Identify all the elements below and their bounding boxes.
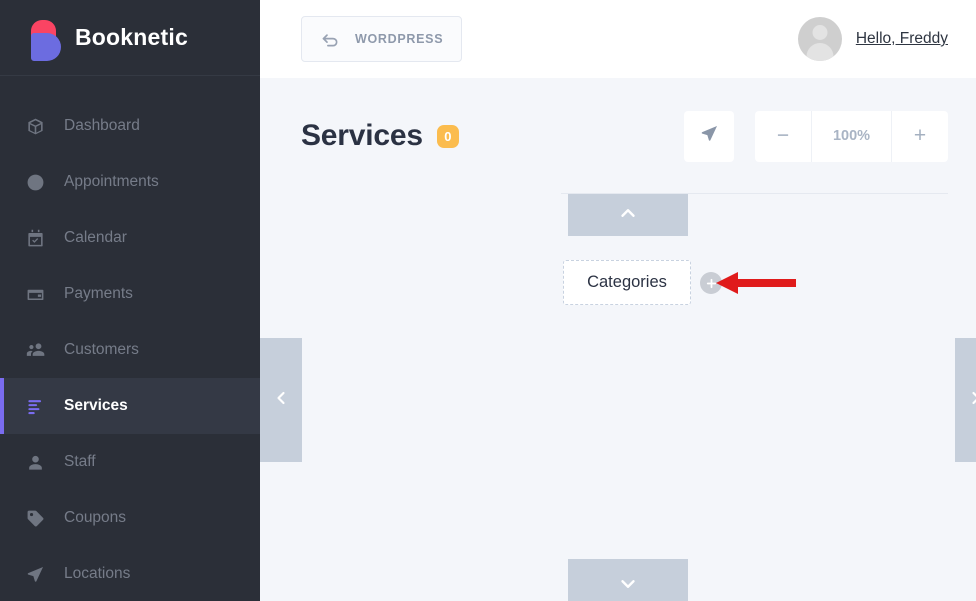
send-icon <box>26 565 52 584</box>
user-avatar-icon <box>797 17 842 61</box>
sidebar-item-customers[interactable]: Customers <box>0 322 260 378</box>
page-header: Services 0 − 100% + <box>260 78 976 194</box>
collapse-left-panel-button[interactable] <box>260 338 302 462</box>
categories-node[interactable]: Categories <box>563 260 691 305</box>
sidebar-item-appointments[interactable]: Appointments <box>0 154 260 210</box>
sidebar-item-label: Calendar <box>64 229 127 246</box>
app-root: Booknetic Dashboard Appointments Calenda <box>0 0 976 601</box>
sidebar-item-dashboard[interactable]: Dashboard <box>0 98 260 154</box>
users-icon <box>26 340 52 360</box>
sidebar-item-locations[interactable]: Locations <box>0 546 260 601</box>
expand-right-panel-button[interactable] <box>955 338 976 462</box>
main-area: WORDPRESS Hello, Freddy Services 0 − 100… <box>260 0 976 601</box>
sidebar-item-payments[interactable]: Payments <box>0 266 260 322</box>
zoom-toolbar: − 100% + <box>684 110 948 162</box>
brand-name: Booknetic <box>75 24 188 50</box>
page-title: Services <box>301 119 423 152</box>
sidebar-item-label: Locations <box>64 565 131 582</box>
navigate-pointer-icon <box>700 124 719 148</box>
tag-icon <box>26 509 52 528</box>
topbar: WORDPRESS Hello, Freddy <box>260 0 976 78</box>
sidebar-item-services[interactable]: Services <box>0 378 260 434</box>
services-count-badge: 0 <box>436 124 459 148</box>
services-canvas[interactable]: Categories <box>260 194 976 601</box>
sidebar-item-label: Services <box>64 397 128 414</box>
chevron-right-icon <box>966 388 976 413</box>
sidebar-item-label: Payments <box>64 285 133 302</box>
booknetic-b-logo-icon <box>25 16 65 61</box>
zoom-level-label: 100% <box>811 110 892 162</box>
sidebar-item-label: Customers <box>64 341 139 358</box>
sidebar-item-label: Staff <box>64 453 96 470</box>
chevron-down-icon <box>617 573 639 600</box>
list-icon <box>26 397 52 416</box>
locate-button[interactable] <box>684 110 734 162</box>
scroll-up-button[interactable] <box>568 194 688 236</box>
chevron-up-icon <box>617 202 639 229</box>
zoom-control-group: − 100% + <box>755 110 948 162</box>
user-menu[interactable]: Hello, Freddy <box>797 17 948 61</box>
sidebar-item-staff[interactable]: Staff <box>0 434 260 490</box>
user-icon <box>26 453 52 472</box>
sidebar-nav: Dashboard Appointments Calendar Payments <box>0 76 260 601</box>
scroll-down-button[interactable] <box>568 559 688 601</box>
sidebar-item-coupons[interactable]: Coupons <box>0 490 260 546</box>
wordpress-button-label: WORDPRESS <box>355 32 444 46</box>
sidebar-item-label: Appointments <box>64 173 159 190</box>
sidebar: Booknetic Dashboard Appointments Calenda <box>0 0 260 601</box>
sidebar-item-label: Coupons <box>64 509 127 526</box>
box-icon <box>26 117 52 136</box>
zoom-out-button[interactable]: − <box>755 111 811 162</box>
add-category-button[interactable] <box>700 272 722 294</box>
sidebar-item-label: Dashboard <box>64 117 140 134</box>
user-greeting-link[interactable]: Hello, Freddy <box>856 30 948 48</box>
plus-icon <box>705 277 718 290</box>
categories-node-label: Categories <box>587 273 667 291</box>
zoom-in-button[interactable]: + <box>892 111 948 162</box>
chevron-left-icon <box>271 388 291 413</box>
back-arrow-icon <box>320 29 341 50</box>
calendar-icon <box>26 229 52 248</box>
brand-logo[interactable]: Booknetic <box>0 0 260 76</box>
wordpress-button[interactable]: WORDPRESS <box>301 16 463 62</box>
clock-icon <box>26 173 52 192</box>
wallet-icon <box>26 285 52 304</box>
sidebar-item-calendar[interactable]: Calendar <box>0 210 260 266</box>
annotation-arrow-icon <box>716 272 796 294</box>
